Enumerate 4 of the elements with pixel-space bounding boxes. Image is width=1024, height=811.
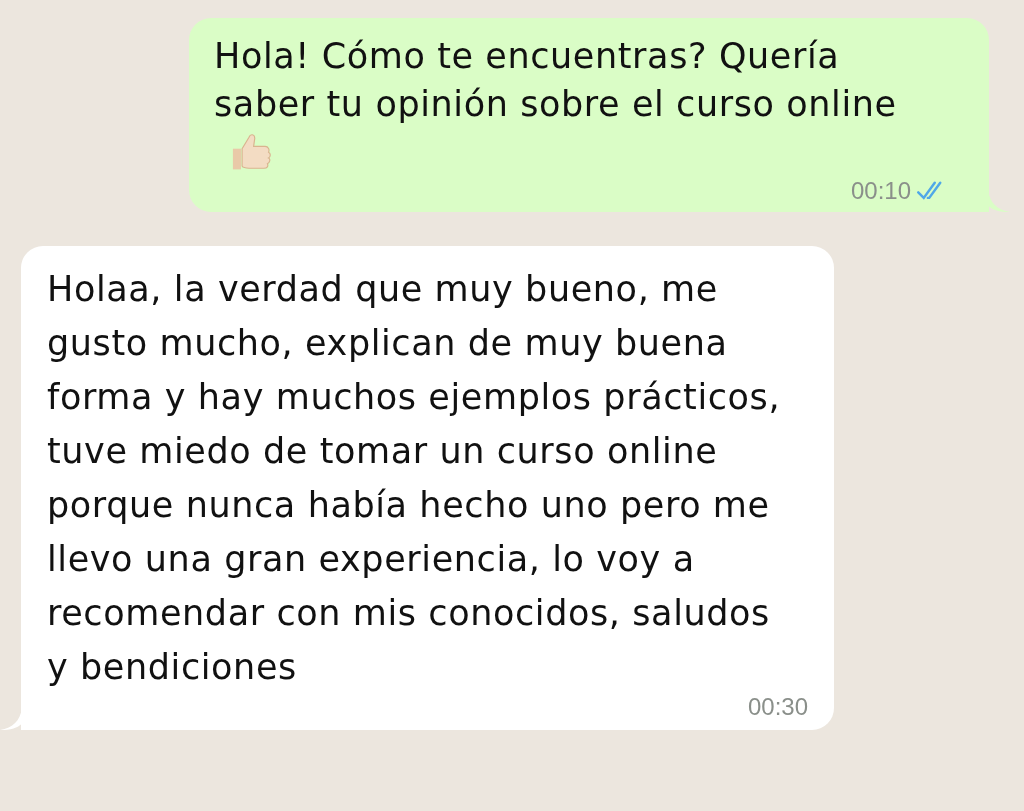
message-text: Holaa, la verdad que muy bueno, me gusto mucho, explican de muy buena forma y hay muchos ejemplos prácticos, tuve miedo de tomar un curso online porque nunca había hecho uno pero me llevo una gran experiencia, lo voy a recomendar con mis conocidos, saludos y bendiciones [47, 269, 781, 687]
message-time: 00:10 [850, 177, 911, 205]
message-time: 00:30 [747, 693, 808, 721]
message-text: Hola! Cómo te encuentras? Quería saber tu opinión sobre el curso online [214, 36, 897, 124]
